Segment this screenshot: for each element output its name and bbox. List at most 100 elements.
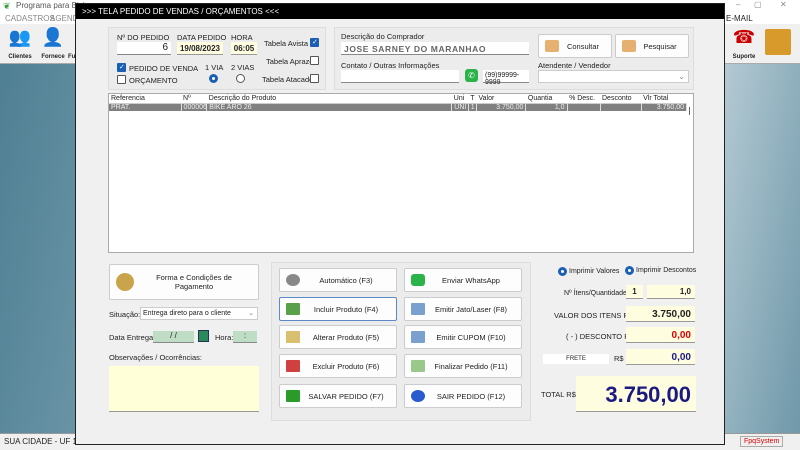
grid-column-header[interactable]: Quantia xyxy=(526,94,567,103)
incluir-produto-button[interactable]: Incluir Produto (F4) xyxy=(279,297,397,321)
tabela-aprazo-checkbox[interactable] xyxy=(310,56,319,65)
grid-cell xyxy=(600,103,642,111)
alterar-produto-button[interactable]: Alterar Produto (F5) xyxy=(279,325,397,349)
contact-field[interactable] xyxy=(341,70,459,83)
contact-label: Contato / Outras Informações xyxy=(341,61,440,70)
via2-label: 2 VIAS xyxy=(231,63,255,72)
grid-column-header[interactable]: Referencia xyxy=(109,94,181,103)
delivery-time-field[interactable]: : xyxy=(233,331,257,343)
notes-textarea[interactable] xyxy=(109,366,259,412)
situacao-label: Situação: xyxy=(109,310,141,319)
buyer-panel: Descrição do Comprador JOSE SARNEY DO MA… xyxy=(334,27,694,90)
menu-email[interactable]: E-MAIL xyxy=(726,14,753,23)
support-icon: ☎ xyxy=(732,27,756,47)
enviar-whatsapp-button[interactable]: Enviar WhatsApp xyxy=(404,268,522,292)
grid-cell: UNI xyxy=(451,103,469,111)
pesquisar-label: Pesquisar xyxy=(643,41,677,51)
grid-column-header[interactable]: Uni xyxy=(452,94,468,103)
consultar-label: Consultar xyxy=(566,41,600,51)
items-grid[interactable]: Referencia Nº Descrição do Produto Uni T Valo… xyxy=(108,93,694,253)
quantity-total-field: 1,0 xyxy=(647,285,695,299)
grid-cell: 3.750,00 xyxy=(476,103,527,111)
calendar-icon[interactable] xyxy=(198,330,209,342)
button-label: Alterar Produto (F5) xyxy=(312,332,380,342)
situacao-select[interactable]: Entrega direto para o cliente ⌄ xyxy=(140,307,258,320)
items-value-field: 3.750,00 xyxy=(626,306,695,322)
pedido-venda-checkbox[interactable] xyxy=(117,63,126,72)
chevron-down-icon: ⌄ xyxy=(678,72,685,81)
pesquisar-button[interactable]: Pesquisar xyxy=(615,34,689,58)
delete-product-icon xyxy=(286,360,300,372)
whatsapp-icon[interactable]: ✆ xyxy=(465,69,478,82)
delivery-date-label: Data Entrega: xyxy=(109,333,156,342)
dialog-titlebar: >>> TELA PEDIDO DE VENDAS / ORÇAMENTOS <… xyxy=(76,4,724,19)
tabela-atacado-checkbox[interactable] xyxy=(310,74,319,83)
delivery-date-field[interactable]: / / xyxy=(153,331,194,343)
table-row[interactable]: PRAT. 000006 BIKE ARO 26 UNI 1 3.750,00 1,0 3.7… xyxy=(109,103,688,111)
tabela-avista-label: Tabela Avista xyxy=(264,39,309,48)
toolbar-suporte[interactable]: ☎ Suporte xyxy=(728,27,760,60)
frete-field: 0,00 xyxy=(626,349,695,365)
notes-label: Observações / Ocorrências: xyxy=(109,353,202,362)
button-label: Automático (F3) xyxy=(319,275,373,285)
grid-cell: 3.750,00 xyxy=(641,103,688,111)
grid-column-header[interactable]: T xyxy=(468,94,476,103)
phone-field[interactable]: (99)99999-9999 xyxy=(483,70,529,86)
orcamento-label: ORÇAMENTO xyxy=(129,76,178,85)
grid-column-header[interactable]: Nº xyxy=(181,94,207,103)
sair-pedido-button[interactable]: SAIR PEDIDO (F12) xyxy=(404,384,522,408)
minimize-icon[interactable]: – xyxy=(736,0,740,9)
order-date-field[interactable]: 19/08/2023 xyxy=(177,42,223,55)
button-label: SAIR PEDIDO (F12) xyxy=(436,391,506,401)
via1-radio[interactable] xyxy=(209,74,218,83)
toolbar-clientes[interactable]: 👥 Clientes xyxy=(5,27,35,60)
grid-column-header[interactable]: Desconto xyxy=(600,94,641,103)
chevron-down-icon: ⌄ xyxy=(248,310,254,317)
discount-field: 0,00 xyxy=(626,327,695,343)
finalizar-pedido-button[interactable]: Finalizar Pedido (F11) xyxy=(404,354,522,378)
pedido-venda-label: PEDIDO DE VENDA xyxy=(129,64,199,73)
via2-radio[interactable] xyxy=(236,74,245,83)
items-value-label: VALOR DOS ITENS R$ xyxy=(554,311,634,320)
payment-terms-button[interactable]: Forma e Condições de Pagamento xyxy=(109,264,259,300)
excluir-produto-button[interactable]: Excluir Produto (F6) xyxy=(279,354,397,378)
order-number-field[interactable]: 6 xyxy=(117,42,171,55)
orcamento-checkbox[interactable] xyxy=(117,75,126,84)
grid-cell: PRAT. xyxy=(109,103,182,111)
menu-cadastros[interactable]: CADASTROS xyxy=(5,14,55,23)
emitir-jato-laser-button[interactable]: Emitir Jato/Laser (F8) xyxy=(404,297,522,321)
grid-column-header[interactable]: Vlr Total xyxy=(641,94,686,103)
buyer-name-field[interactable]: JOSE SARNEY DO MARANHAO xyxy=(341,42,529,55)
status-brand: FpqSystem xyxy=(740,436,784,447)
payment-terms-label: Forma e Condições de Pagamento xyxy=(156,273,232,291)
consultar-button[interactable]: Consultar xyxy=(538,34,612,58)
button-label: Enviar WhatsApp xyxy=(442,275,500,285)
tabela-avista-checkbox[interactable] xyxy=(310,38,319,47)
toolbar-fornecedores[interactable]: 👤 Fornece xyxy=(38,27,68,60)
imprimir-descontos-radio[interactable] xyxy=(625,266,634,275)
close-icon[interactable]: ✕ xyxy=(780,0,787,9)
grid-column-header[interactable]: Valor xyxy=(476,94,525,103)
imprimir-valores-label: Imprimir Valores xyxy=(569,268,620,275)
automatico-button[interactable]: Automático (F3) xyxy=(279,268,397,292)
printer-icon xyxy=(411,331,425,343)
frete-button[interactable]: FRETE xyxy=(543,354,609,364)
situacao-value: Entrega direto para o cliente xyxy=(143,310,231,317)
attendant-select[interactable]: ⌄ xyxy=(538,70,689,83)
grid-column-header[interactable]: % Desc. xyxy=(567,94,600,103)
discount-label: ( - ) DESCONTO R$ xyxy=(566,332,634,341)
imprimir-valores-radio[interactable] xyxy=(558,267,567,276)
tabela-atacado-label: Tabela Atacado xyxy=(262,75,314,84)
attendant-label: Atendente / Vendedor xyxy=(538,61,611,70)
grid-column-header[interactable]: Descrição do Produto xyxy=(207,94,452,103)
exit-door-icon[interactable] xyxy=(765,29,791,55)
grid-scrollbar[interactable] xyxy=(689,107,690,115)
maximize-icon[interactable]: ▢ xyxy=(754,0,762,9)
people-icon xyxy=(545,40,559,52)
order-time-field[interactable]: 06:05 xyxy=(231,42,257,55)
salvar-pedido-button[interactable]: SALVAR PEDIDO (F7) xyxy=(279,384,397,408)
emitir-cupom-button[interactable]: Emitir CUPOM (F10) xyxy=(404,325,522,349)
total-field: 3.750,00 xyxy=(576,376,696,412)
grid-cell: 1,0 xyxy=(525,103,568,111)
add-product-icon xyxy=(286,303,300,315)
